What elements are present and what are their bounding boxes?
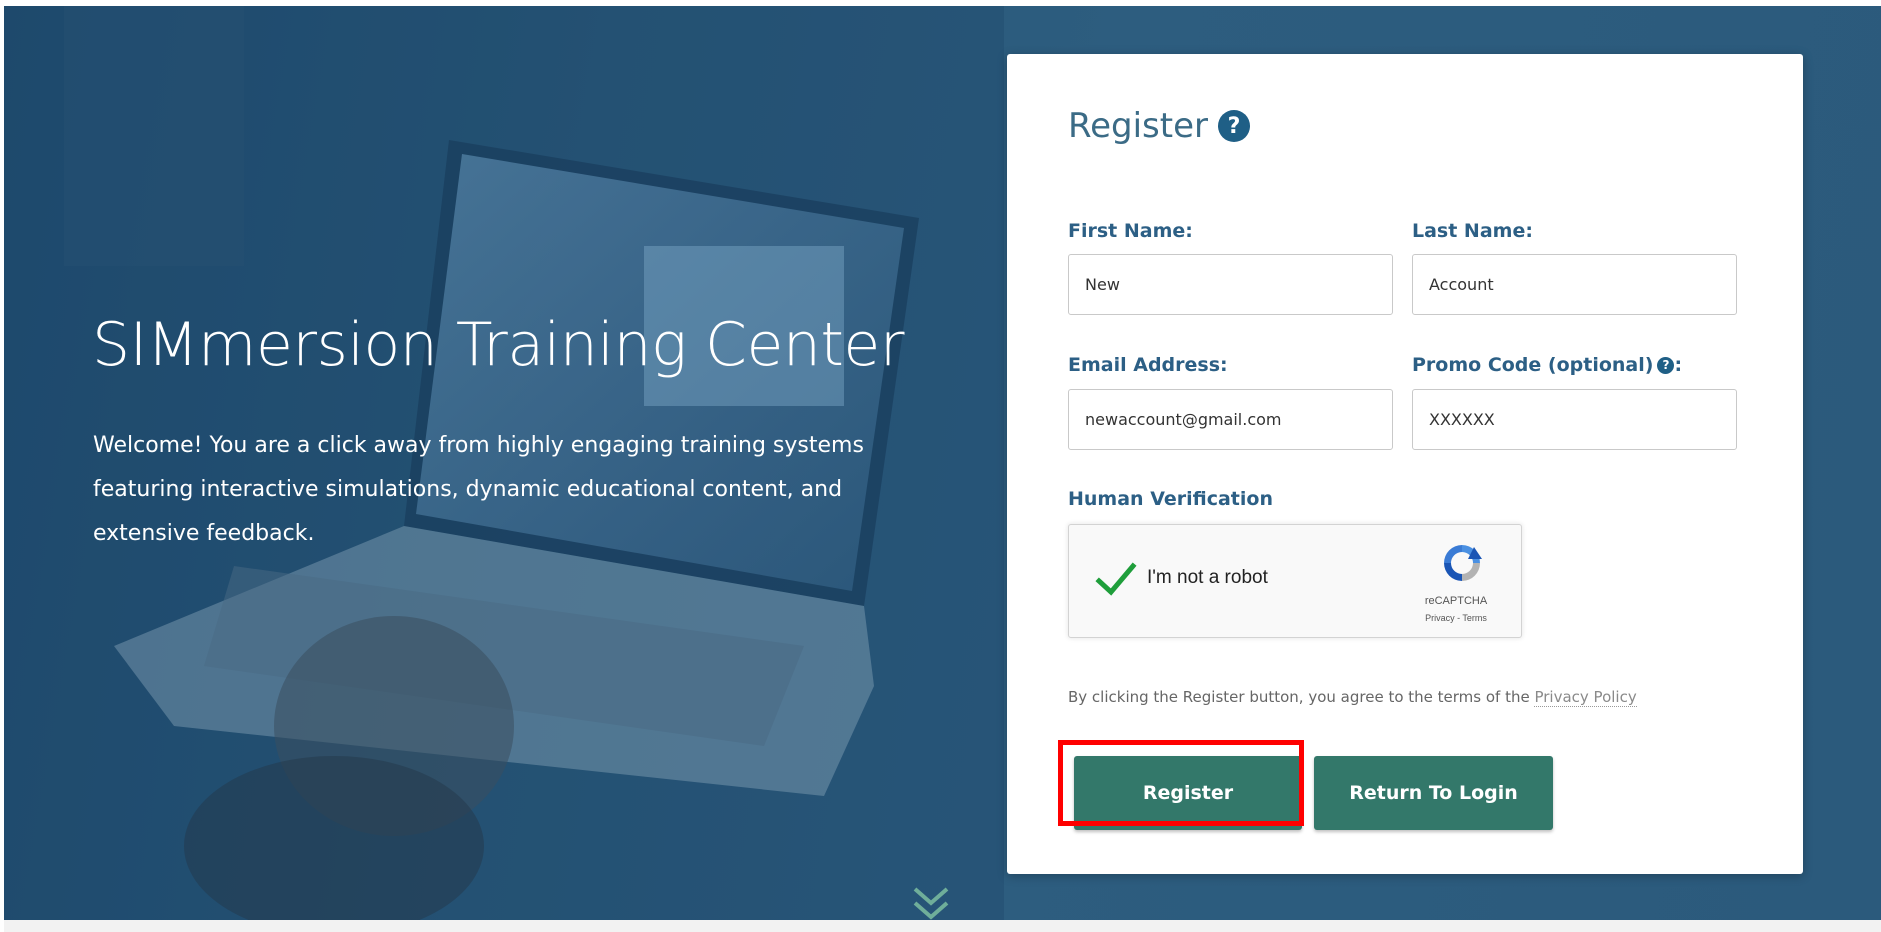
checkmark-icon[interactable] (1094, 557, 1138, 601)
recaptcha-icon (1444, 545, 1482, 581)
register-button-highlight (1058, 740, 1304, 826)
promo-label: Promo Code (optional) ? : (1412, 354, 1682, 376)
promo-help-icon[interactable]: ? (1657, 356, 1675, 374)
last-name-label: Last Name: (1412, 220, 1533, 242)
terms-prefix: By clicking the Register button, you agr… (1068, 688, 1535, 706)
recaptcha-brand: reCAPTCHA (1424, 595, 1488, 607)
promo-code-input[interactable] (1412, 389, 1737, 450)
email-label: Email Address: (1068, 354, 1228, 376)
return-to-login-button[interactable]: Return To Login (1314, 756, 1553, 830)
recaptcha-links[interactable]: Privacy - Terms (1404, 613, 1508, 623)
hero-background: SIMmersion Training Center Welcome! You … (4, 6, 1881, 920)
human-verification-label: Human Verification (1068, 488, 1273, 510)
register-title: Register ? (1068, 106, 1250, 146)
hero-description: Welcome! You are a click away from highl… (93, 433, 864, 546)
recaptcha-widget[interactable]: I'm not a robot reCAPTCHA Privacy - Term… (1068, 524, 1522, 638)
help-icon[interactable]: ? (1217, 110, 1250, 142)
email-input[interactable] (1068, 389, 1393, 450)
captcha-text: I'm not a robot (1147, 567, 1268, 588)
privacy-policy-link[interactable]: Privacy Policy (1534, 688, 1637, 707)
first-name-label: First Name: (1068, 220, 1193, 242)
first-name-input[interactable] (1068, 254, 1393, 315)
hero-title: SIMmersion Training Center (92, 310, 905, 380)
terms-text: By clicking the Register button, you agr… (1068, 688, 1637, 707)
promo-label-suffix: : (1674, 354, 1683, 376)
promo-label-text: Promo Code (optional) (1412, 354, 1654, 376)
double-chevron-down-icon[interactable] (909, 883, 953, 927)
register-title-text: Register (1068, 106, 1208, 146)
last-name-input[interactable] (1412, 254, 1737, 315)
